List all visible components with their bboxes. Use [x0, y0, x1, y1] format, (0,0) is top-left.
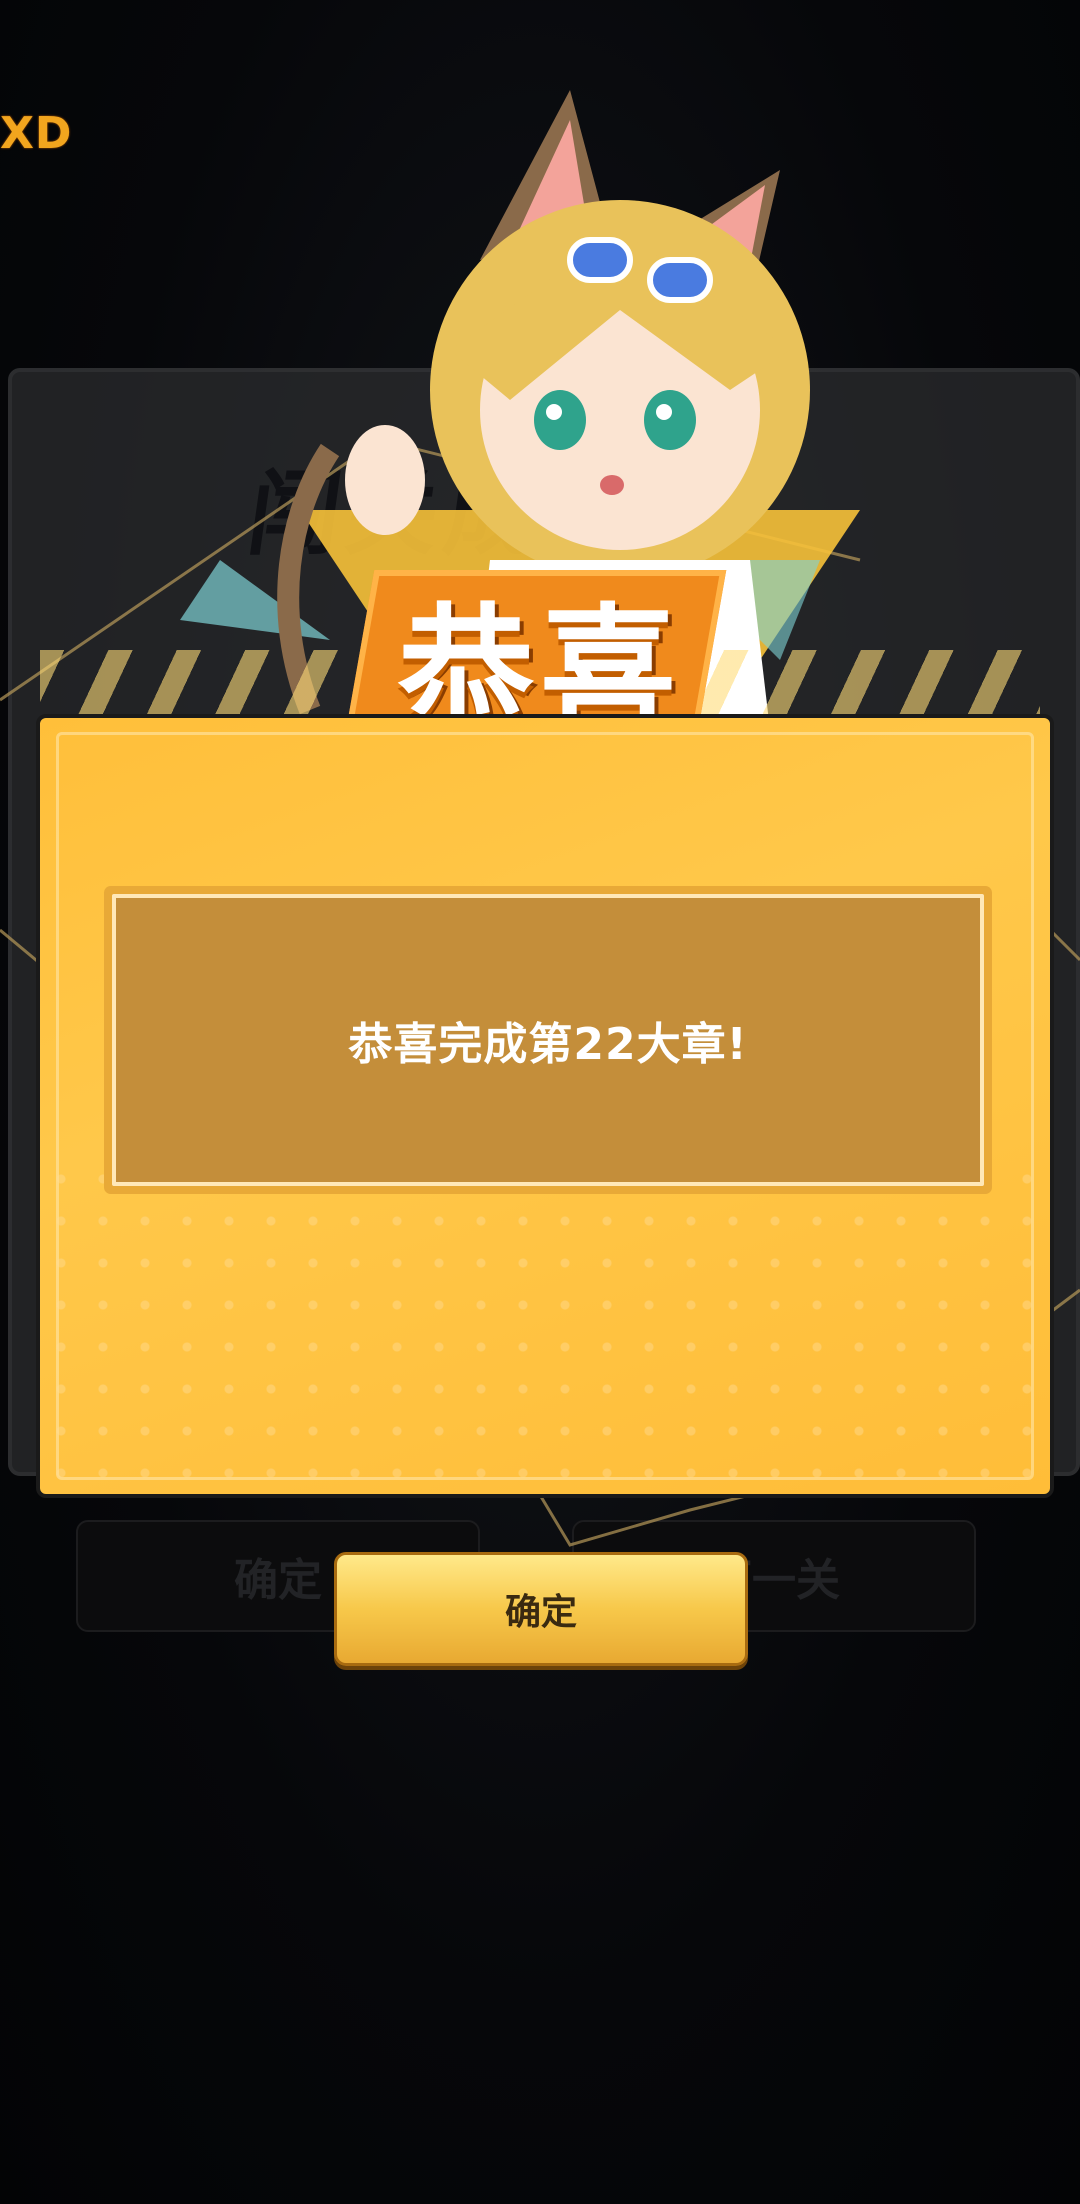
- confirm-button[interactable]: 确定: [334, 1552, 748, 1666]
- dot-pattern: [40, 1158, 1050, 1494]
- message-box: 恭喜完成第22大章!: [112, 894, 984, 1186]
- congratulation-message: 恭喜完成第22大章!: [348, 1019, 748, 1070]
- confirm-button-label: 确定: [504, 1592, 577, 1633]
- congratulations-dialog: 恭喜完成第22大章!: [36, 714, 1054, 1498]
